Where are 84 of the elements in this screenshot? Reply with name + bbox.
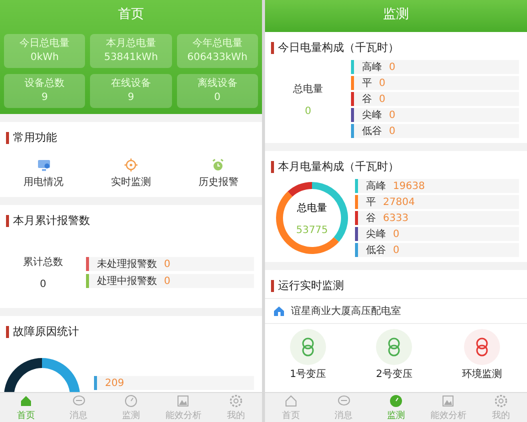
section-title: 本月电量构成（千瓦时） [271,161,399,173]
legend-value: 0 [379,94,386,104]
stat-label: 离线设备 [197,77,238,91]
total-value: 53775 [296,225,328,236]
tab[interactable]: 能效分析 [422,393,475,422]
legend-label: 处理中报警数 [97,274,157,288]
legend-label: 尖峰 [362,108,382,122]
monitor-icon [36,158,51,172]
legend-label: 高峰 [366,180,386,193]
transformer-icon [300,337,316,357]
stat-value: 53841kWh [104,51,158,65]
crosshair-icon [124,158,138,172]
legend-label: 平 [366,196,376,209]
legend-value: 6333 [383,212,408,224]
legend-value: 19638 [393,180,425,192]
legend-value: 0 [389,126,396,136]
legend-value: 209 [105,378,124,388]
legend-label: 低谷 [366,244,386,257]
chat-icon [72,394,86,408]
legend-value: 0 [164,258,170,270]
image-icon [441,394,456,408]
settings-icon [494,394,508,408]
stat-value: 0kWh [30,51,59,65]
home-icon [284,394,298,408]
stat-value: 606433kWh [187,51,248,65]
tab[interactable]: 消息 [52,393,105,422]
legend-label: 高峰 [362,60,382,74]
legend-label: 谷 [366,212,376,225]
stat-label: 在线设备 [110,77,151,91]
stat-value: 9 [128,91,134,105]
stat-label: 今日总电量 [20,37,70,51]
device-button[interactable]: 环境监测 [462,329,502,381]
gauge-icon [389,394,404,408]
shortcut-button[interactable]: 实时监测 [110,158,151,189]
house-icon [273,305,285,317]
screen-title: 首页 [117,6,145,24]
legend-value: 0 [164,276,170,286]
total-value: 0 [40,279,46,290]
legend-label: 平 [362,77,372,90]
tab[interactable]: 首页 [265,393,318,422]
tab[interactable]: 消息 [317,393,370,422]
legend-value: 0 [379,78,386,88]
gauge-icon [124,394,138,408]
station-name: 谊星商业大厦高压配电室 [291,304,401,318]
settings-icon [228,394,243,408]
section-title: 本月累计报警数 [6,215,90,227]
tab[interactable]: 我的 [210,393,262,422]
tab[interactable]: 监测 [104,393,158,422]
screen-title: 监测 [382,6,410,24]
alarm-clock-icon [211,158,226,172]
legend-label: 谷 [362,93,372,106]
legend-label: 未处理报警数 [97,258,157,271]
total-value: 0 [304,106,312,116]
stat-label: 本月总电量 [106,37,156,51]
legend-value: 0 [389,110,396,120]
legend-label: 低谷 [362,125,382,138]
tab[interactable]: 首页 [0,393,52,422]
section-title: 故障原因统计 [6,326,79,338]
legend-value: 27804 [383,196,415,208]
section-title: 运行实时监测 [271,280,344,292]
section-title: 常用功能 [6,132,57,144]
transformer-icon [386,337,402,357]
transformer-icon [474,337,490,357]
total-label: 总电量 [293,82,323,96]
tab[interactable]: 我的 [474,393,527,422]
device-button[interactable]: 2号变压 [376,329,412,381]
chat-icon [336,394,351,408]
shortcut-button[interactable]: 用电情况 [24,158,64,189]
total-label: 累计总数 [23,256,63,269]
stat-label: 设备总数 [24,77,65,91]
total-label: 总电量 [297,202,327,215]
stat-value: 9 [41,91,48,105]
section-title: 今日电量构成（千瓦时） [271,42,399,54]
stat-value: 0 [214,91,221,105]
tab[interactable]: 监测 [370,393,422,422]
stat-label: 今年总电量 [192,37,242,51]
shortcut-button[interactable]: 历史报警 [198,158,238,189]
legend-value: 0 [389,62,396,72]
legend-label: 尖峰 [366,228,386,241]
tab[interactable]: 能效分析 [157,393,210,422]
image-icon [176,394,190,408]
legend-value: 0 [393,244,400,256]
device-button[interactable]: 1号变压 [290,329,326,381]
legend-value: 0 [393,228,400,240]
